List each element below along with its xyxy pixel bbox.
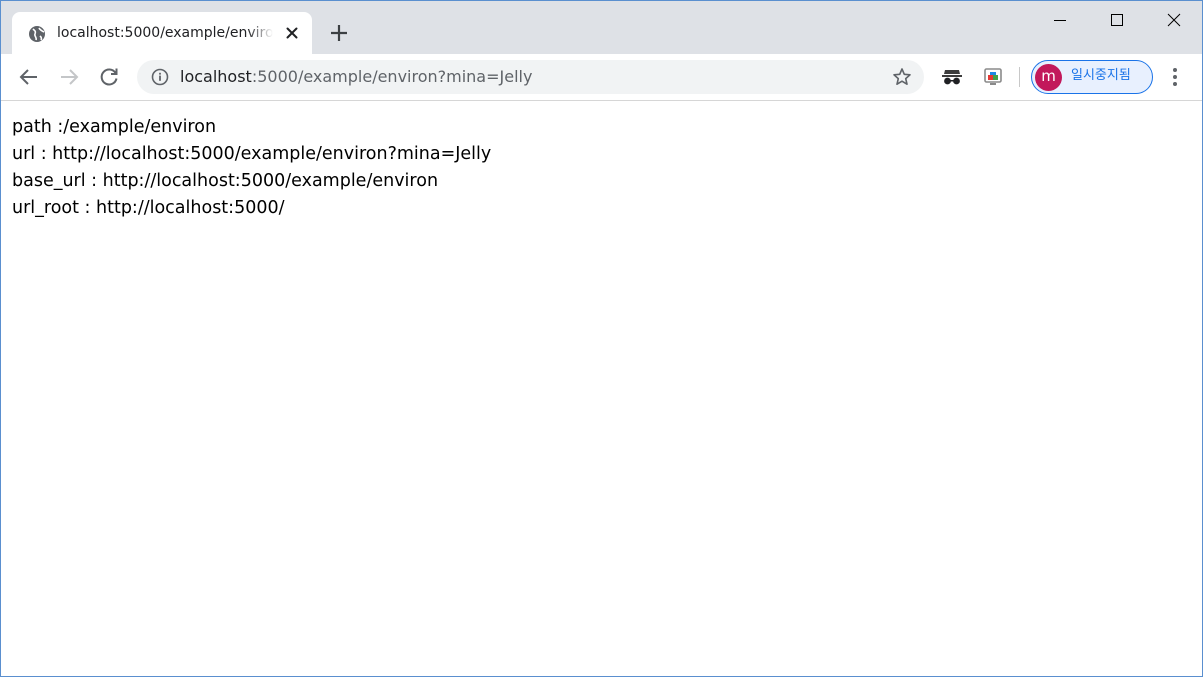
window-close-icon (1167, 13, 1181, 27)
path-line: path :/example/environ (12, 117, 217, 137)
toolbar-separator (1019, 67, 1020, 87)
tab-strip: localhost:5000/example/environ (1, 1, 1202, 54)
maximize-icon (1111, 14, 1123, 26)
back-arrow-icon[interactable] (17, 65, 41, 89)
tab-active[interactable]: localhost:5000/example/environ (12, 12, 312, 54)
new-tab-plus-icon[interactable] (328, 22, 350, 44)
profile-status-label: 일시중지됨 (1071, 68, 1131, 83)
incognito-extension-icon[interactable] (941, 67, 963, 87)
forward-arrow-icon[interactable] (57, 65, 81, 89)
url-line: url : http://localhost:5000/example/envi… (12, 144, 492, 164)
maximize-button[interactable] (1088, 1, 1146, 39)
url-root-line: url_root : http://localhost:5000/ (12, 198, 285, 218)
window-close-button[interactable] (1145, 1, 1202, 39)
url-path: :5000/example/environ?mina=Jelly (251, 67, 533, 86)
minimize-icon (1054, 20, 1066, 21)
kebab-menu-icon[interactable] (1167, 66, 1183, 88)
page-content: path :/example/environ url : http://loca… (1, 101, 1202, 676)
url-host: localhost (180, 67, 252, 86)
url-text: localhost:5000/example/environ?mina=Jell… (180, 67, 532, 87)
close-icon[interactable] (283, 24, 301, 42)
tab-title: localhost:5000/example/environ (57, 25, 273, 41)
profile-button[interactable]: m 일시중지됨 (1031, 60, 1153, 94)
address-bar[interactable]: localhost:5000/example/environ?mina=Jell… (137, 60, 924, 94)
globe-icon (29, 26, 45, 42)
toolbar: localhost:5000/example/environ?mina=Jell… (1, 54, 1202, 101)
base-url-line: base_url : http://localhost:5000/example… (12, 171, 439, 191)
browser-window: localhost:5000/example/environ localhost… (0, 0, 1203, 677)
cast-extension-icon[interactable] (982, 67, 1004, 87)
environ-output: path :/example/environ url : http://loca… (12, 114, 491, 222)
star-bookmark-icon[interactable] (892, 67, 912, 87)
minimize-button[interactable] (1031, 1, 1089, 39)
info-icon[interactable] (151, 68, 169, 86)
avatar: m (1035, 64, 1062, 91)
reload-icon[interactable] (97, 65, 121, 89)
